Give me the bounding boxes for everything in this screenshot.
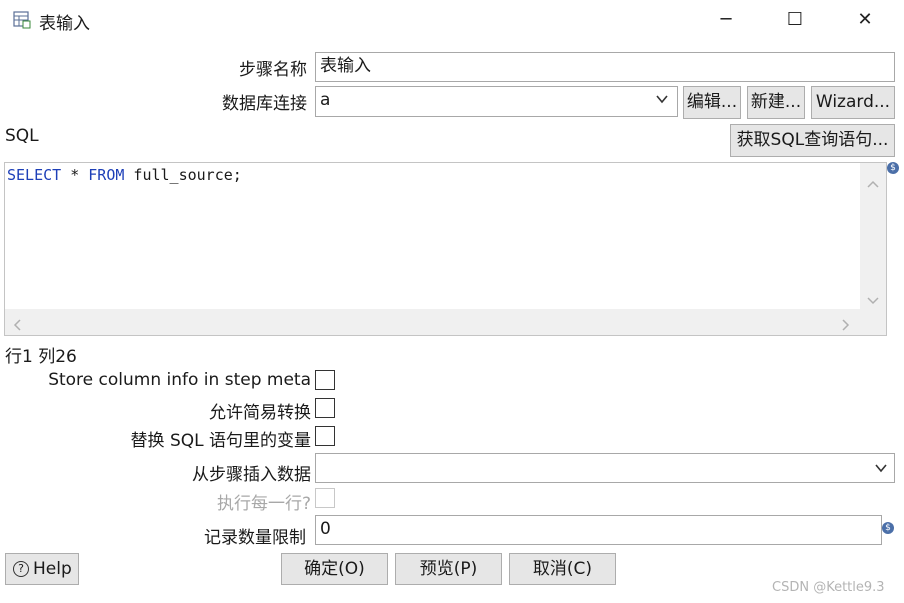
help-button[interactable]: ? Help xyxy=(5,553,79,585)
window-title: 表输入 xyxy=(39,14,90,34)
sql-star: * xyxy=(61,166,89,184)
execute-each-row-checkbox xyxy=(315,488,335,508)
get-sql-button[interactable]: 获取SQL查询语句... xyxy=(730,124,895,157)
insert-from-step-select[interactable] xyxy=(315,453,895,483)
limit-input[interactable]: 0 xyxy=(315,515,882,545)
sql-text: SELECT * FROM full_source; xyxy=(7,165,242,185)
sql-keyword-from: FROM xyxy=(88,166,125,184)
step-name-label: 步骤名称 xyxy=(239,60,307,80)
sql-keyword-select: SELECT xyxy=(7,166,62,184)
sql-vertical-scrollbar[interactable] xyxy=(860,163,886,309)
help-label: Help xyxy=(33,559,72,579)
watermark: CSDN @Kettle9.3 xyxy=(772,580,885,595)
db-connection-select[interactable]: a xyxy=(315,86,678,117)
cancel-button[interactable]: 取消(C) xyxy=(509,553,616,585)
window-icon xyxy=(13,11,31,29)
preview-button[interactable]: 预览(P) xyxy=(395,553,502,585)
close-button[interactable]: ✕ xyxy=(842,0,888,40)
chevron-down-icon xyxy=(655,90,669,112)
replace-variables-checkbox[interactable] xyxy=(315,426,335,446)
minimize-button[interactable]: ─ xyxy=(703,0,749,40)
sql-rest: full_source; xyxy=(124,166,242,184)
wizard-button[interactable]: Wizard... xyxy=(811,86,895,119)
scroll-right-icon[interactable] xyxy=(842,316,850,335)
store-column-info-checkbox[interactable] xyxy=(315,370,335,390)
limit-dollar-icon: $ xyxy=(882,522,894,534)
new-connection-button[interactable]: 新建... xyxy=(747,86,805,119)
lazy-conversion-label: 允许简易转换 xyxy=(209,403,311,423)
limit-label: 记录数量限制 xyxy=(204,528,306,548)
sql-label: SQL xyxy=(5,126,39,146)
sql-horizontal-scrollbar[interactable] xyxy=(5,309,886,335)
execute-each-row-label: 执行每一行? xyxy=(216,494,311,514)
scroll-down-icon[interactable] xyxy=(867,290,879,309)
ok-button[interactable]: 确定(O) xyxy=(281,553,388,585)
variable-dollar-icon: $ xyxy=(887,162,899,174)
help-icon: ? xyxy=(13,561,29,577)
sql-editor[interactable]: SELECT * FROM full_source; xyxy=(4,162,887,336)
cursor-position: 行1 列26 xyxy=(5,347,77,367)
chevron-down-icon xyxy=(874,459,888,481)
step-name-input[interactable]: 表输入 xyxy=(315,52,895,82)
insert-from-step-label: 从步骤插入数据 xyxy=(192,465,311,485)
scroll-up-icon[interactable] xyxy=(867,173,879,192)
edit-connection-button[interactable]: 编辑... xyxy=(683,86,741,119)
db-connection-value: a xyxy=(320,90,331,110)
lazy-conversion-checkbox[interactable] xyxy=(315,398,335,418)
maximize-button[interactable]: ☐ xyxy=(772,0,818,40)
db-connection-label: 数据库连接 xyxy=(222,94,307,114)
scroll-left-icon[interactable] xyxy=(13,316,21,335)
store-column-info-label: Store column info in step meta xyxy=(48,370,311,390)
replace-variables-label: 替换 SQL 语句里的变量 xyxy=(130,431,311,451)
